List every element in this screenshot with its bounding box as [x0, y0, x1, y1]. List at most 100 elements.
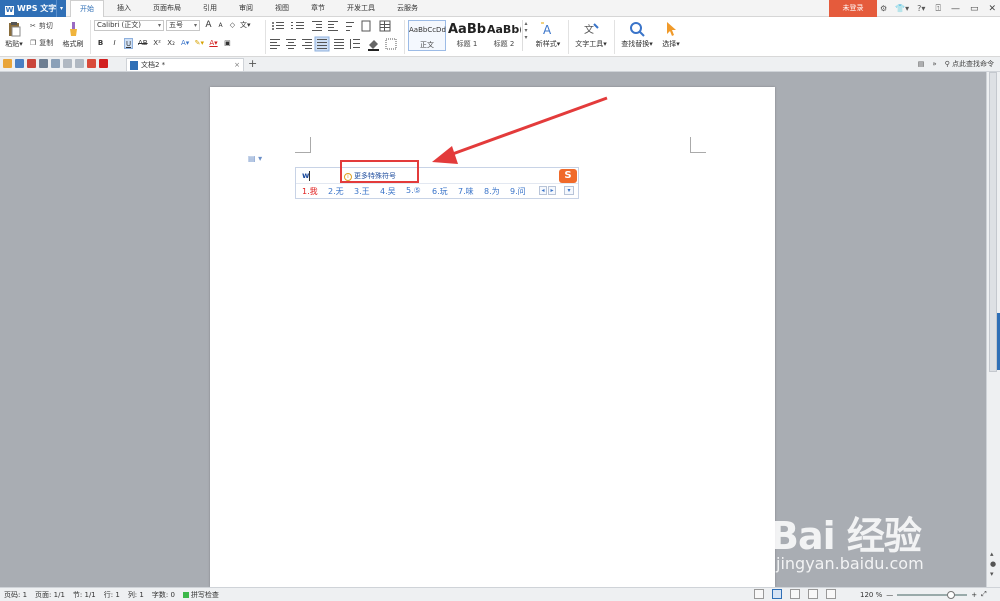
tab-home[interactable]: 开始 — [70, 0, 104, 17]
app-menu-dropdown-icon[interactable]: ▾ — [56, 0, 66, 17]
separator — [90, 20, 91, 54]
status-word-count[interactable]: 字数: 0 — [152, 590, 175, 600]
vertical-scrollbar[interactable]: ▴ ● ▾ — [986, 72, 1000, 587]
title-icons: ⚙ 👕▾ ?▾ — [880, 0, 925, 17]
bold-button[interactable]: B — [96, 38, 105, 49]
previous-page-icon[interactable]: ◂ — [539, 186, 547, 195]
candidate-item[interactable]: 8.为 — [484, 186, 510, 197]
app-menu-button[interactable]: W WPS 文字 ▾ — [0, 0, 66, 17]
restore-icon[interactable]: ▭ — [970, 4, 979, 14]
upload-icon[interactable]: ⍐ — [936, 4, 941, 14]
underline-button[interactable]: U — [124, 38, 133, 49]
browse-object-icon[interactable]: ● — [990, 560, 996, 568]
tab-references[interactable]: 引用 — [194, 0, 226, 17]
status-page-number[interactable]: 页码: 1 — [4, 590, 27, 600]
zoom-slider[interactable] — [897, 590, 968, 599]
tab-review[interactable]: 审阅 — [230, 0, 262, 17]
new-tab-button[interactable]: + — [248, 57, 257, 71]
help-icon[interactable]: ?▾ — [917, 4, 925, 13]
close-icon[interactable]: ✕ — [988, 4, 996, 14]
print-icon[interactable] — [39, 59, 48, 68]
save-icon[interactable] — [15, 59, 24, 68]
superscript-button[interactable]: X² — [153, 38, 162, 49]
next-page-icon[interactable]: ▸ — [548, 186, 556, 195]
new-style-button[interactable]: A 新样式▾ — [532, 19, 564, 49]
shrink-font-button[interactable]: A — [216, 20, 225, 31]
tab-chapter[interactable]: 章节 — [302, 0, 334, 17]
next-page-icon[interactable]: ▾ — [990, 570, 996, 578]
grow-font-button[interactable]: A — [204, 20, 213, 31]
style-normal[interactable]: AaBbCcDd 正文 — [408, 20, 446, 51]
zoom-out-button[interactable]: — — [886, 591, 893, 599]
paste-button[interactable]: 粘贴▾ — [4, 19, 24, 49]
candidate-item[interactable]: 4.吴 — [380, 186, 406, 197]
candidate-item[interactable]: 6.玩 — [432, 186, 458, 197]
document-page[interactable]: ▤ ▾ w i 更多特殊符号 S 1.我 2.无 3.王 4.吴 5.⑤ 6.玩 … — [210, 87, 775, 587]
style-heading-1[interactable]: AaBb 标题 1 — [448, 20, 486, 51]
login-button[interactable]: 未登录 — [829, 0, 877, 17]
text-tools-button[interactable]: 文 文字工具▾ — [572, 19, 610, 49]
candidate-item[interactable]: 5.⑤ — [406, 186, 432, 197]
italic-button[interactable]: I — [110, 38, 119, 49]
scrollbar-thumb[interactable] — [989, 72, 997, 372]
command-search-input[interactable]: ⚲ 点此查找命令 — [945, 59, 994, 69]
prev-page-icon[interactable]: ▴ — [990, 550, 996, 558]
reading-view-icon[interactable] — [826, 589, 836, 599]
select-button[interactable]: 选择▾ — [658, 19, 684, 49]
subscript-button[interactable]: X₂ — [167, 38, 176, 49]
cursor-arrow-icon — [667, 22, 676, 36]
undo-icon[interactable] — [63, 59, 72, 68]
tab-developer[interactable]: 开发工具 — [338, 0, 384, 17]
font-size-select[interactable]: 五号 — [166, 20, 200, 31]
highlight-button[interactable]: ✎▾ — [195, 38, 204, 49]
style-heading-2[interactable]: AaBb( 标题 2 — [487, 20, 521, 51]
expand-icon[interactable]: » — [932, 60, 936, 68]
candidate-item[interactable]: 9.问 — [510, 186, 536, 197]
page-view-icon[interactable] — [772, 589, 782, 599]
copy-button[interactable]: ❐ 复制 — [30, 38, 53, 48]
open-icon[interactable] — [3, 59, 12, 68]
format-painter-button[interactable]: 格式刷 — [61, 19, 85, 49]
tab-view[interactable]: 视图 — [266, 0, 298, 17]
zoom-in-button[interactable]: + — [971, 591, 977, 599]
skin-icon[interactable]: 👕▾ — [895, 4, 909, 13]
doc-panel-icon[interactable]: ▤ — [918, 60, 925, 68]
paragraph-layout-icon[interactable]: ▤ ▾ — [248, 154, 262, 163]
spell-check-toggle[interactable]: 拼写检查 — [182, 590, 219, 600]
font-name-select[interactable]: Calibri (正文) — [94, 20, 164, 31]
pdf-icon[interactable] — [27, 59, 36, 68]
find-replace-button[interactable]: 查找替换▾ — [618, 19, 656, 49]
ime-menu-icon[interactable]: ▾ — [564, 186, 574, 195]
tab-insert[interactable]: 插入 — [108, 0, 140, 17]
redo-icon[interactable] — [75, 59, 84, 68]
document-tab[interactable]: 文档2 * × — [126, 58, 244, 71]
paragraph-tools[interactable] — [270, 20, 400, 52]
text-effect-button[interactable]: A▾ — [181, 38, 190, 49]
candidate-item[interactable]: 1.我 — [302, 186, 328, 197]
preview-icon[interactable] — [51, 59, 60, 68]
cut-button[interactable]: ✂ 剪切 — [30, 21, 53, 31]
tab-cloud[interactable]: 云服务 — [388, 0, 427, 17]
clear-format-button[interactable]: ◇ — [228, 20, 237, 31]
fit-page-icon[interactable]: ⤢ — [981, 590, 987, 599]
char-border-button[interactable]: ▣ — [223, 38, 232, 49]
outline-view-icon[interactable] — [790, 589, 800, 599]
zoom-slider-knob[interactable] — [947, 590, 956, 599]
phonetic-guide-button[interactable]: 文▾ — [240, 20, 251, 31]
status-section: 节: 1/1 — [72, 591, 96, 599]
minimize-icon[interactable]: — — [951, 4, 960, 14]
wps-icon[interactable] — [99, 59, 108, 68]
web-view-icon[interactable] — [808, 589, 818, 599]
font-color-button[interactable]: A▾ — [209, 38, 218, 49]
tab-page-layout[interactable]: 页面布局 — [144, 0, 190, 17]
strikethrough-button[interactable]: AB — [138, 38, 148, 49]
close-tab-icon[interactable]: × — [234, 59, 240, 71]
full-screen-view-icon[interactable] — [754, 589, 764, 599]
candidate-item[interactable]: 7.味 — [458, 186, 484, 197]
candidate-item[interactable]: 2.无 — [328, 186, 354, 197]
candidate-item[interactable]: 3.王 — [354, 186, 380, 197]
customize-icon[interactable] — [87, 59, 96, 68]
styles-scroll[interactable]: ▴ ▾ ▾ — [522, 20, 529, 51]
zoom-level[interactable]: 120 % — [860, 591, 882, 599]
settings-icon[interactable]: ⚙ — [880, 4, 887, 13]
